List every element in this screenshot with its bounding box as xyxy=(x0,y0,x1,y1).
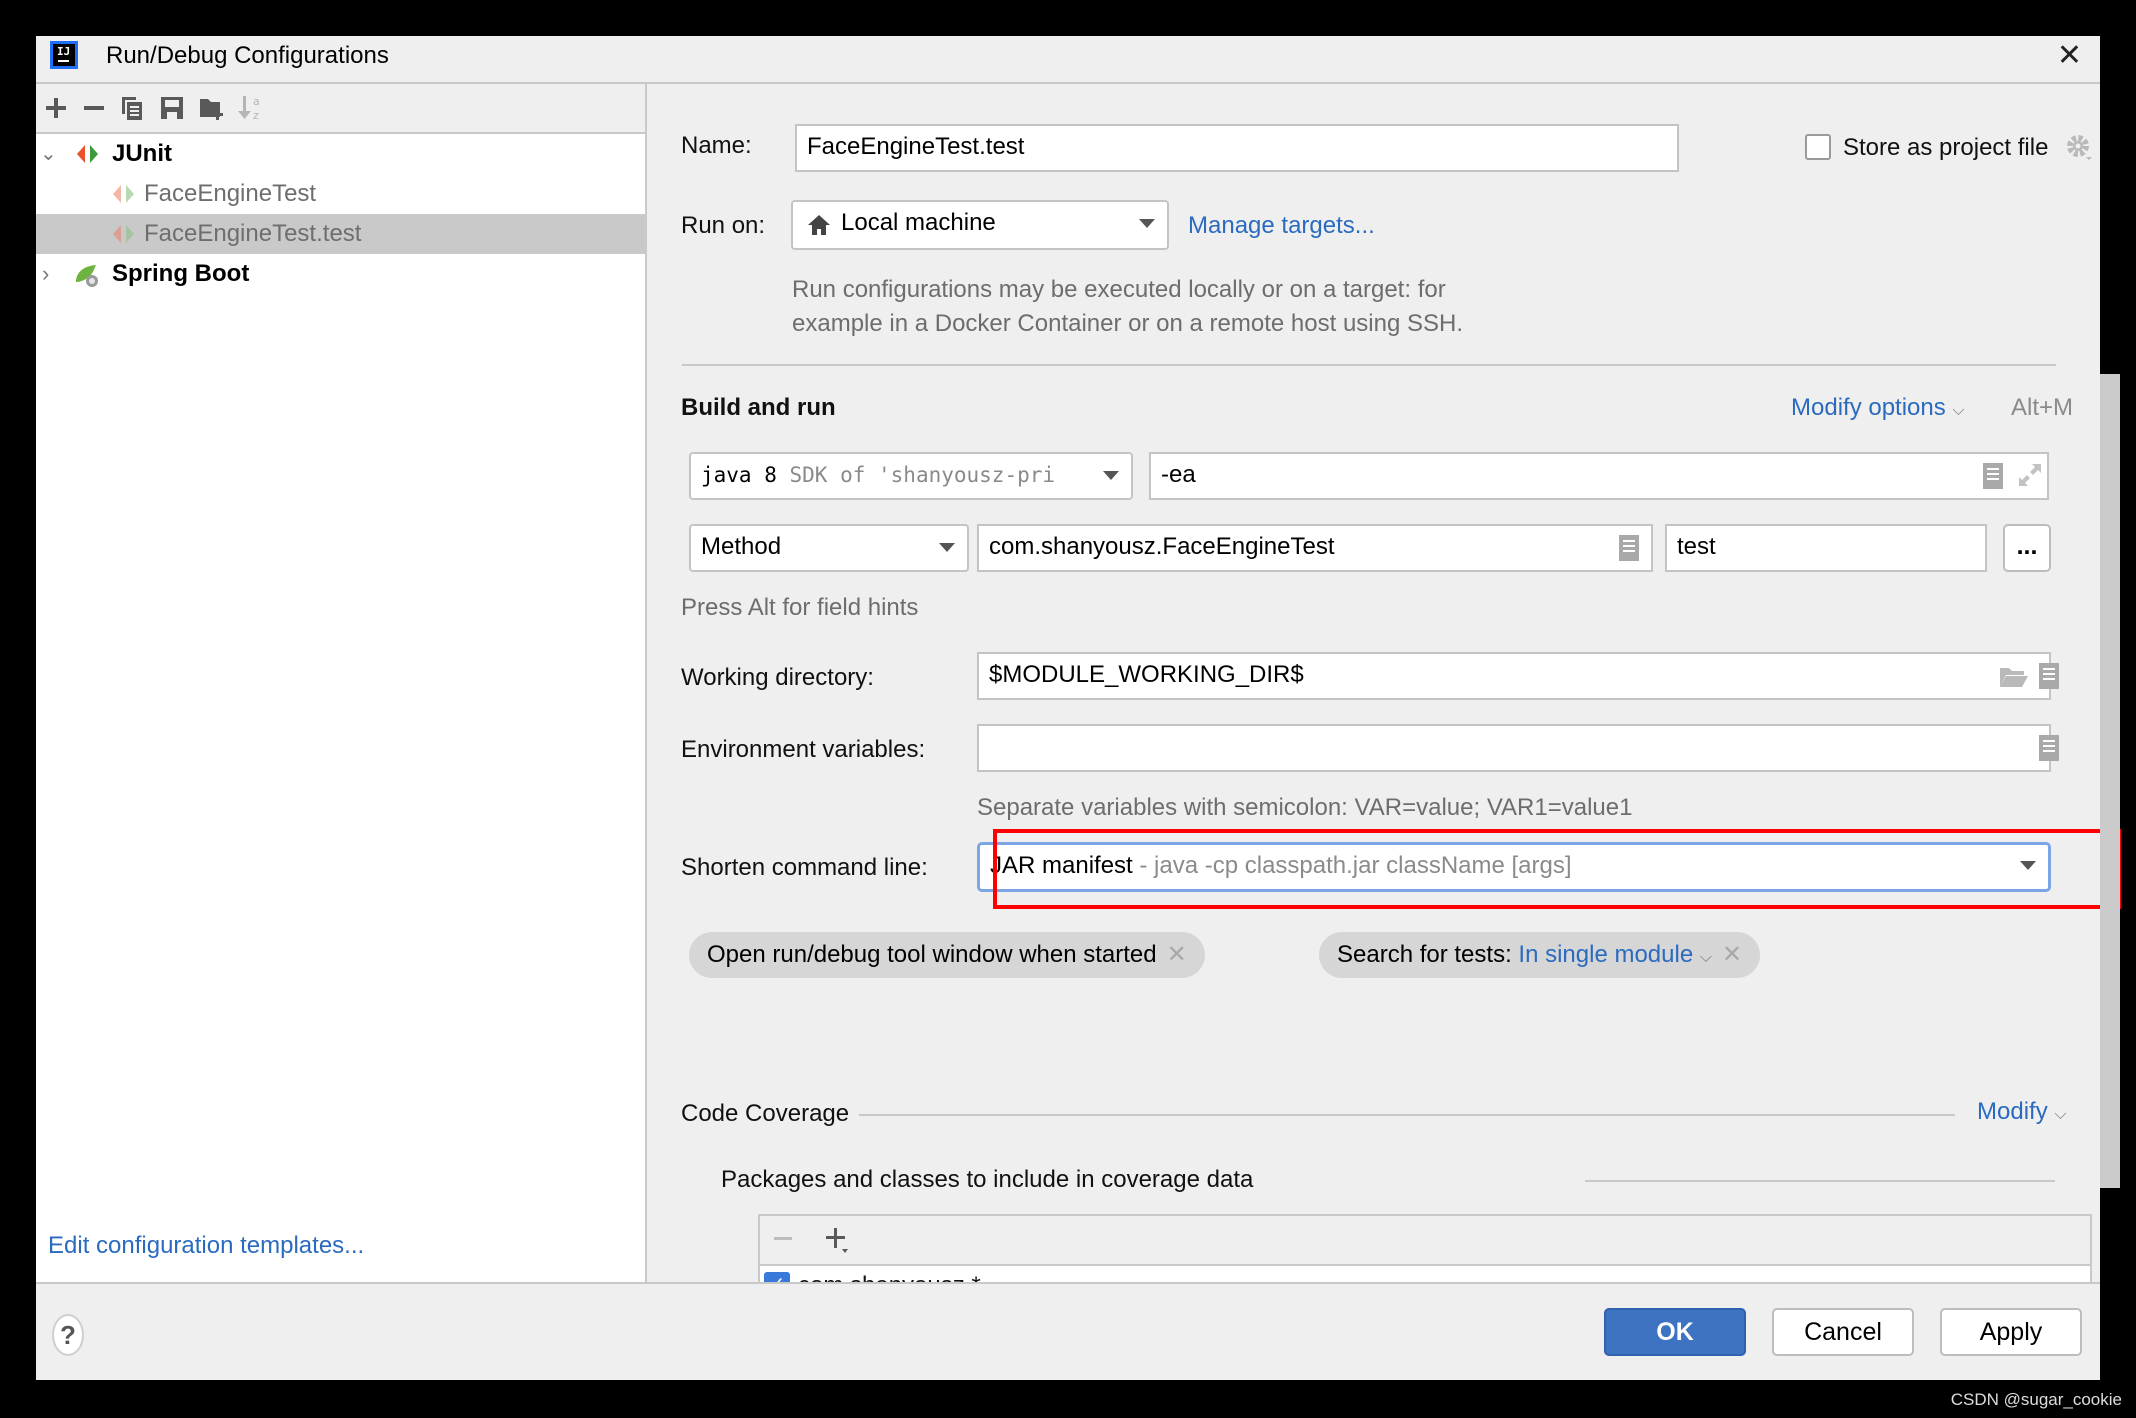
manage-targets-link[interactable]: Manage targets... xyxy=(1188,212,1375,240)
remove-chip-icon[interactable]: ✕ xyxy=(1722,941,1742,968)
svg-text:z: z xyxy=(253,109,259,122)
store-as-project-file-label: Store as project file xyxy=(1843,134,2049,161)
apply-button[interactable]: Apply xyxy=(1940,1308,2082,1356)
intellij-logo-icon: IJ xyxy=(50,41,78,69)
search-for-tests-chip[interactable]: Search for tests: In single module ⌵ ✕ xyxy=(1319,932,1761,978)
modify-options-link[interactable]: Modify options ⌵ xyxy=(1791,394,1965,422)
dropdown-arrow-icon xyxy=(2020,861,2036,870)
search-for-tests-label: Search for tests: xyxy=(1337,941,1519,968)
insert-macro-icon[interactable] xyxy=(1983,463,2003,489)
code-coverage-title: Code Coverage xyxy=(681,1100,850,1127)
section-divider xyxy=(682,364,2056,366)
dialog-footer: ? OK Cancel Apply xyxy=(36,1282,2100,1380)
jre-select[interactable]: java 8 SDK of 'shanyousz-pri xyxy=(689,452,1133,500)
name-label: Name: xyxy=(681,132,752,159)
scrollbar-thumb[interactable] xyxy=(2100,374,2120,1188)
open-tool-window-label: Open run/debug tool window when started xyxy=(707,941,1157,968)
working-directory-label: Working directory: xyxy=(681,664,874,691)
remove-icon[interactable] xyxy=(774,1236,792,1242)
jre-value: java 8 xyxy=(701,463,777,487)
packages-table: ✓ com.shanyousz.* xyxy=(758,1214,2092,1306)
tree-item-spring-boot[interactable]: › Spring Boot xyxy=(36,254,645,294)
junit-icon xyxy=(77,145,98,163)
run-on-label: Run on: xyxy=(681,212,766,239)
sort-alpha-icon[interactable]: az xyxy=(232,90,268,126)
shorten-command-line-value: JAR manifest xyxy=(990,852,1133,879)
spring-boot-icon xyxy=(76,265,98,287)
tree-item-junit[interactable]: ⌄ JUnit xyxy=(36,134,645,174)
chevron-down-icon: ⌵ xyxy=(1699,949,1712,966)
copy-icon[interactable] xyxy=(114,90,150,126)
ok-button[interactable]: OK xyxy=(1604,1308,1746,1356)
run-debug-dialog: IJ Run/Debug Configurations ✕ az ⌄ JUnit… xyxy=(36,36,2121,1380)
packages-title: Packages and classes to include in cover… xyxy=(721,1166,1254,1193)
title-bar: IJ Run/Debug Configurations ✕ xyxy=(36,36,2100,84)
tree-item-faceenginetest[interactable]: FaceEngineTest xyxy=(36,174,645,214)
junit-test-icon xyxy=(113,185,134,203)
home-icon xyxy=(808,215,830,235)
class-input[interactable]: com.shanyousz.FaceEngineTest xyxy=(977,524,1653,572)
remove-chip-icon[interactable]: ✕ xyxy=(1167,941,1187,968)
environment-variables-hint: Separate variables with semicolon: VAR=v… xyxy=(977,794,1633,821)
edit-environment-icon[interactable] xyxy=(2039,735,2059,761)
add-dropdown-icon[interactable] xyxy=(826,1228,848,1254)
help-button[interactable]: ? xyxy=(52,1314,84,1356)
config-tree-pane: az ⌄ JUnit FaceEngineTest FaceEngineTest… xyxy=(36,84,647,1282)
method-input[interactable]: test xyxy=(1665,524,1987,572)
tree-item-faceenginetest-test[interactable]: FaceEngineTest.test xyxy=(36,214,645,254)
chevron-down-icon[interactable]: ⌄ xyxy=(40,134,60,174)
cancel-button[interactable]: Cancel xyxy=(1772,1308,1914,1356)
new-folder-icon[interactable] xyxy=(194,90,230,126)
watermark: CSDN @sugar_cookie xyxy=(1950,1390,2122,1409)
run-on-hint-line2: example in a Docker Container or on a re… xyxy=(792,310,1464,337)
expand-icon[interactable] xyxy=(2017,462,2043,488)
test-kind-value: Method xyxy=(701,533,782,560)
edit-configuration-templates-link[interactable]: Edit configuration templates... xyxy=(48,1232,364,1260)
dropdown-arrow-icon xyxy=(939,543,955,552)
vm-options-input[interactable]: -ea xyxy=(1149,452,2049,500)
environment-variables-label: Environment variables: xyxy=(681,736,926,763)
run-on-select[interactable]: Local machine xyxy=(791,200,1169,250)
add-icon[interactable] xyxy=(38,90,74,126)
browse-class-icon[interactable] xyxy=(1619,535,1639,561)
store-as-project-file-checkbox[interactable] xyxy=(1805,134,1831,160)
config-tree: ⌄ JUnit FaceEngineTest FaceEngineTest.te… xyxy=(36,134,645,294)
jre-detail: SDK of 'shanyousz-pri xyxy=(789,463,1056,487)
svg-text:a: a xyxy=(253,95,260,108)
browse-method-button[interactable]: ... xyxy=(2003,524,2051,572)
remove-icon[interactable] xyxy=(76,90,112,126)
working-directory-input[interactable]: $MODULE_WORKING_DIR$ xyxy=(977,652,2051,700)
shorten-command-line-detail: - java -cp classpath.jar className [args… xyxy=(1132,852,1572,879)
chevron-right-icon[interactable]: › xyxy=(42,254,62,294)
save-icon[interactable] xyxy=(154,90,190,126)
name-input[interactable]: FaceEngineTest.test xyxy=(795,124,1679,172)
gear-icon[interactable] xyxy=(2065,132,2093,162)
shorten-command-line-label: Shorten command line: xyxy=(681,854,928,881)
chevron-down-icon: ⌵ xyxy=(1952,402,1965,419)
environment-variables-input[interactable] xyxy=(977,724,2051,772)
folder-open-icon[interactable] xyxy=(1999,666,2029,688)
close-icon[interactable]: ✕ xyxy=(2057,40,2082,72)
open-tool-window-chip[interactable]: Open run/debug tool window when started ✕ xyxy=(689,932,1205,978)
chevron-down-icon: ⌵ xyxy=(2054,1106,2067,1123)
build-and-run-title: Build and run xyxy=(681,394,836,421)
run-on-value: Local machine xyxy=(841,209,996,236)
modify-options-shortcut: Alt+M xyxy=(2011,394,2074,421)
packages-divider xyxy=(1585,1180,2055,1182)
run-on-hint-line1: Run configurations may be executed local… xyxy=(792,276,1446,303)
shorten-command-line-select[interactable]: JAR manifest - java -cp classpath.jar cl… xyxy=(977,842,2051,892)
tree-toolbar: az xyxy=(36,84,645,134)
packages-toolbar xyxy=(760,1216,2090,1266)
search-for-tests-value[interactable]: In single module xyxy=(1518,941,1693,968)
code-coverage-divider xyxy=(859,1114,1955,1116)
dropdown-arrow-icon xyxy=(1139,219,1155,228)
field-hints-text: Press Alt for field hints xyxy=(681,594,919,621)
window-title: Run/Debug Configurations xyxy=(106,42,389,69)
test-kind-select[interactable]: Method xyxy=(689,524,969,572)
junit-method-icon xyxy=(113,225,134,243)
insert-macro-icon[interactable] xyxy=(2039,663,2059,689)
dropdown-arrow-icon xyxy=(1103,471,1119,480)
config-editor-pane: Name: FaceEngineTest.test Store as proje… xyxy=(647,84,2121,1306)
code-coverage-modify-link[interactable]: Modify ⌵ xyxy=(1977,1098,2067,1126)
